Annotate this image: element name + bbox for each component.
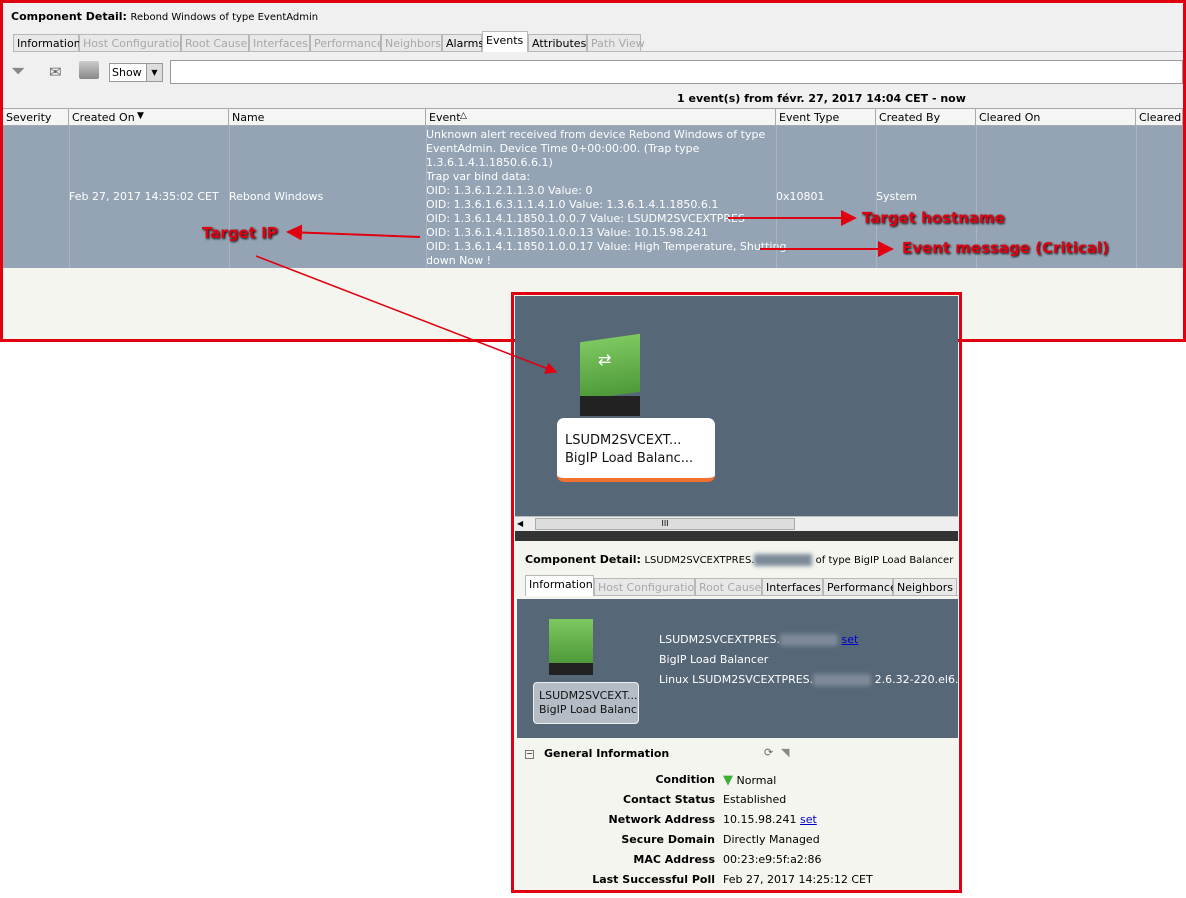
arrow-ip [286,224,421,241]
annotation-arrows [255,210,894,374]
annotation-target-hostname: Target hostname [862,209,1005,227]
annotation-event-message: Event message (Critical) [902,239,1109,257]
arrow-to-node [255,255,558,374]
annotation-target-ip: Target IP [202,224,278,242]
